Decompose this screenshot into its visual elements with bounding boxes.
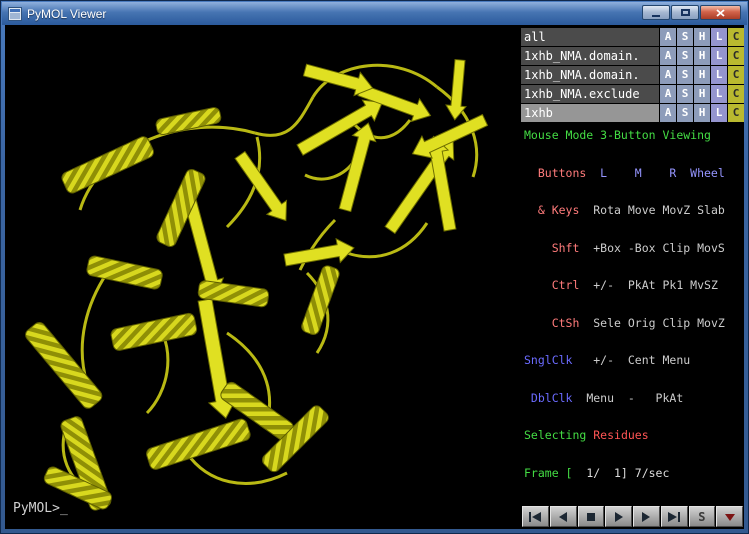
color-button[interactable]: C <box>728 47 744 65</box>
hide-button[interactable]: H <box>694 28 710 46</box>
mouse-line-segment: Ctrl <box>524 278 579 292</box>
object-name[interactable]: all <box>521 28 659 46</box>
play-icon <box>612 512 626 522</box>
rewind-icon <box>528 512 542 522</box>
mouse-line-segment: Menu - PkAt <box>572 391 683 405</box>
object-name[interactable]: 1xhb_NMA.domain. <box>521 66 659 84</box>
step-forward-button[interactable] <box>633 506 660 527</box>
stop-icon <box>584 512 598 522</box>
mouse-line-segment: +Box -Box Clip MovS <box>579 241 724 255</box>
playback-controls: S <box>522 506 743 527</box>
show-button[interactable]: S <box>677 85 693 103</box>
show-button[interactable]: S <box>677 28 693 46</box>
mouse-line-segment: & Keys <box>524 203 579 217</box>
window-title: PyMOL Viewer <box>27 7 106 21</box>
molecule-viewport[interactable]: PyMOL>_ <box>5 25 521 529</box>
mouse-line-segment: 1/ 1] <box>572 466 634 480</box>
mouse-keys-line: & Keys Rota Move MovZ Slab <box>524 204 743 217</box>
label-button[interactable]: L <box>711 66 727 84</box>
end-button[interactable] <box>661 506 688 527</box>
color-button[interactable]: C <box>728 28 744 46</box>
dropdown-arrow-icon <box>723 512 737 522</box>
object-name[interactable]: 1xhb_NMA.domain. <box>521 47 659 65</box>
object-row-all: all A S H L C <box>521 28 744 46</box>
object-row: 1xhb_NMA.exclude A S H L C <box>521 85 744 103</box>
close-button[interactable] <box>700 5 741 20</box>
play-button[interactable] <box>605 506 632 527</box>
label-button[interactable]: L <box>711 85 727 103</box>
stop-button[interactable] <box>578 506 605 527</box>
close-icon <box>716 9 725 17</box>
menu-dropdown-button[interactable] <box>716 506 743 527</box>
show-button[interactable]: S <box>677 66 693 84</box>
side-panel: all A S H L C 1xhb_NMA.domain. A S H L C… <box>521 25 744 529</box>
end-icon <box>667 512 681 522</box>
mouse-line-segment: +/- PkAt Pk1 MvSZ <box>579 278 717 292</box>
mouse-shft-line: Shft +Box -Box Clip MovS <box>524 242 743 255</box>
hide-button[interactable]: H <box>694 85 710 103</box>
mouse-ctsh-line: CtSh Sele Orig Clip MovZ <box>524 317 743 330</box>
mouse-dblclk-line: DblClk Menu - PkAt <box>524 392 743 405</box>
hide-button[interactable]: H <box>694 47 710 65</box>
mouse-snglclk-line: SnglClk +/- Cent Menu <box>524 354 743 367</box>
command-prompt[interactable]: PyMOL>_ <box>13 501 68 516</box>
mouse-buttons-header-line: Buttons L M R Wheel <box>524 167 743 180</box>
step-back-button[interactable] <box>550 506 577 527</box>
mouse-line-segment: SnglClk <box>524 353 572 367</box>
mouse-line-segment: Frame [ <box>524 466 572 480</box>
show-button[interactable]: S <box>677 47 693 65</box>
mouse-line-segment: CtSh <box>524 316 579 330</box>
action-button[interactable]: A <box>660 66 676 84</box>
action-button[interactable]: A <box>660 47 676 65</box>
rewind-button[interactable] <box>522 506 549 527</box>
mouse-line-segment: Mouse Mode 3-Button Viewing <box>524 128 711 142</box>
titlebar: PyMOL Viewer <box>2 2 747 25</box>
frame-status-line: Frame [ 1/ 1] 7/sec <box>524 467 743 480</box>
step-back-icon <box>556 512 570 522</box>
hide-button[interactable]: H <box>694 66 710 84</box>
minimize-button[interactable] <box>642 5 670 20</box>
mouse-line-segment: 7/sec <box>635 466 670 480</box>
mouse-line-segment: Shft <box>524 241 579 255</box>
mouse-line-segment: Sele Orig Clip MovZ <box>579 316 724 330</box>
label-button[interactable]: L <box>711 47 727 65</box>
label-button[interactable]: L <box>711 28 727 46</box>
minimize-icon <box>652 15 660 17</box>
app-icon <box>8 7 22 21</box>
selecting-mode-line[interactable]: Selecting Residues <box>524 429 743 442</box>
object-row: 1xhb_NMA.domain. A S H L C <box>521 66 744 84</box>
mouse-line-segment: Residues <box>593 428 648 442</box>
scene-button[interactable]: S <box>689 506 716 527</box>
action-button[interactable]: A <box>660 85 676 103</box>
mouse-line-segment: L M R Wheel <box>586 166 724 180</box>
mouse-line-segment: Rota Move MovZ Slab <box>579 203 724 217</box>
color-button[interactable]: C <box>728 66 744 84</box>
mouse-ctrl-line: Ctrl +/- PkAt Pk1 MvSZ <box>524 279 743 292</box>
step-forward-icon <box>639 512 653 522</box>
object-name[interactable]: 1xhb_NMA.exclude <box>521 85 659 103</box>
mouse-line-segment: Selecting <box>524 428 593 442</box>
action-button[interactable]: A <box>660 28 676 46</box>
window-content: PyMOL>_ all A S H L C 1xhb_NMA.domain. A… <box>5 25 744 529</box>
maximize-icon <box>681 9 690 16</box>
object-row: 1xhb_NMA.domain. A S H L C <box>521 47 744 65</box>
mouse-mode-line[interactable]: Mouse Mode 3-Button Viewing <box>524 129 743 142</box>
color-button[interactable]: C <box>728 85 744 103</box>
mouse-line-segment: +/- Cent Menu <box>572 353 690 367</box>
mouse-mode-panel: Mouse Mode 3-Button Viewing Buttons L M … <box>524 104 743 504</box>
maximize-button[interactable] <box>671 5 699 20</box>
protein-structure <box>5 25 521 529</box>
mouse-line-segment: Buttons <box>524 166 586 180</box>
mouse-line-segment: DblClk <box>524 391 572 405</box>
pymol-window: PyMOL Viewer <box>0 0 749 534</box>
